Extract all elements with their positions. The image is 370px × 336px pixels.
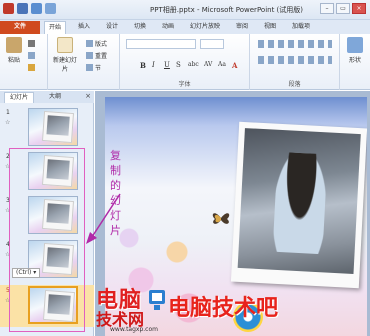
undo-icon[interactable]	[31, 3, 42, 14]
section-button[interactable]: 节	[86, 64, 101, 73]
copy-icon[interactable]	[28, 52, 37, 61]
paragraph-group-label: 段落	[288, 81, 301, 88]
change-case-button[interactable]: Aa	[218, 61, 226, 68]
underline-button[interactable]: U	[164, 61, 170, 69]
tab-home[interactable]: 开始	[44, 21, 67, 34]
shapes-label: 形状	[348, 57, 361, 64]
tab-file[interactable]: 文件	[0, 21, 40, 34]
window-title: PPT相册.pptx - Microsoft PowerPoint (试用版)	[150, 6, 304, 14]
animation-star-icon: ☆	[5, 119, 11, 126]
annotation-arrow-icon	[86, 193, 121, 244]
powerpoint-logo-icon	[3, 3, 14, 14]
tab-transitions[interactable]: 切换	[134, 21, 146, 34]
photo-frame[interactable]	[230, 121, 367, 289]
slides-group: 新建幻灯片 版式 重置 节	[48, 34, 120, 90]
reset-label: 重置	[95, 53, 108, 60]
font-group: B I U S abc AV Aa A 字体	[120, 34, 250, 90]
tab-insert[interactable]: 插入	[78, 21, 90, 34]
align-buttons[interactable]	[258, 56, 332, 64]
layout-label: 版式	[95, 41, 108, 48]
font-name-box[interactable]	[126, 39, 196, 49]
tab-view[interactable]: 视图	[264, 21, 276, 34]
tab-animations[interactable]: 动画	[162, 21, 174, 34]
tab-design[interactable]: 设计	[106, 21, 118, 34]
tab-outline[interactable]: 大纲	[44, 92, 66, 103]
pane-tabs: 幻灯片 大纲 ×	[0, 91, 94, 103]
format-painter-icon[interactable]	[28, 64, 37, 73]
shadow-button[interactable]: S	[176, 61, 181, 69]
tab-addins[interactable]: 加载项	[292, 21, 310, 34]
list-buttons[interactable]	[258, 40, 332, 48]
paste-label: 粘贴	[7, 57, 20, 64]
slide-preview	[28, 108, 78, 146]
strikethrough-button[interactable]: abc	[188, 61, 199, 68]
save-icon[interactable]	[17, 3, 28, 14]
tab-slides[interactable]: 幻灯片	[4, 92, 35, 103]
new-slide-button[interactable]: 新建幻灯片	[52, 37, 78, 75]
shapes-icon	[347, 37, 363, 53]
title-bar: PPT相册.pptx - Microsoft PowerPoint (试用版) …	[0, 0, 370, 20]
watermark-brand: 电脑技术吧	[168, 296, 279, 321]
paste-options-button[interactable]: (Ctrl) ▾	[12, 268, 41, 278]
watermark-logo-icon	[149, 290, 165, 310]
close-button[interactable]: ×	[352, 3, 366, 14]
slide-number: 1	[6, 109, 10, 116]
font-group-label: 字体	[178, 81, 191, 88]
butterfly-icon	[212, 213, 230, 224]
paste-button[interactable]: 粘贴	[3, 37, 25, 75]
quick-access-toolbar	[3, 3, 56, 14]
ribbon: 粘贴 新建幻灯片 版式 重置 节 B I U S abc AV Aa A 字体 …	[0, 34, 370, 90]
photo-subject	[272, 151, 328, 255]
clipboard-group: 粘贴	[0, 34, 48, 90]
layout-button[interactable]: 版式	[86, 40, 107, 49]
shapes-button[interactable]: 形状	[344, 37, 366, 75]
font-color-button[interactable]: A	[232, 61, 237, 70]
section-label: 节	[95, 65, 102, 72]
redo-icon[interactable]	[45, 3, 56, 14]
bold-button[interactable]: B	[140, 61, 146, 70]
paragraph-group: 段落	[250, 34, 340, 90]
slides-pane: 幻灯片 大纲 × 1 ☆ 2 ☆ 3 ☆ 4 ☆ 5 ☆ (Ctrl) ▾	[0, 91, 94, 336]
cut-icon[interactable]	[28, 40, 37, 49]
tab-slideshow[interactable]: 幻灯片放映	[190, 21, 220, 34]
ribbon-tabs: 文件 开始 插入 设计 切换 动画 幻灯片放映 审阅 视图 加载项	[0, 20, 370, 34]
close-pane-icon[interactable]: ×	[85, 92, 91, 100]
minimize-button[interactable]: –	[320, 3, 334, 14]
maximize-button[interactable]: ▭	[336, 3, 350, 14]
slide-thumbnail-1[interactable]: 1 ☆	[0, 107, 94, 149]
new-slide-label: 新建幻灯片	[52, 57, 77, 73]
drawing-group: 形状	[340, 34, 370, 90]
window-controls: – ▭ ×	[320, 3, 366, 14]
watermark-url: www.tagxp.com	[110, 326, 158, 333]
font-size-box[interactable]	[200, 39, 224, 49]
italic-button[interactable]: I	[152, 61, 155, 69]
copied-slides-highlight	[9, 148, 85, 332]
tab-review[interactable]: 审阅	[236, 21, 248, 34]
reset-button[interactable]: 重置	[86, 52, 107, 61]
paste-icon	[6, 37, 22, 53]
char-spacing-button[interactable]: AV	[204, 61, 212, 68]
new-slide-icon	[57, 37, 73, 53]
